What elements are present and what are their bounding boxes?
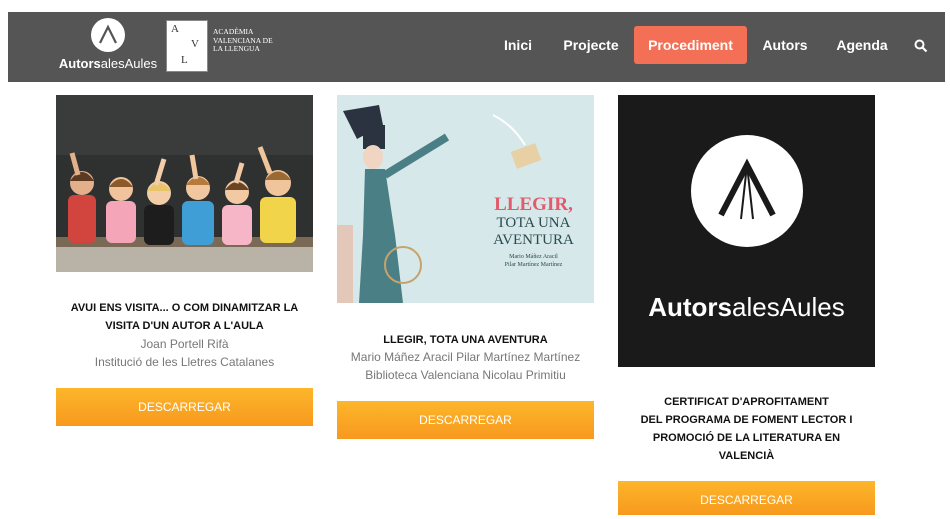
card-2-title: LLEGIR, TOTA UNA AVENTURA (337, 331, 594, 349)
search-icon[interactable] (914, 39, 928, 53)
card-1-image[interactable] (56, 95, 313, 272)
avl-letter-l: L (181, 54, 188, 66)
logo-book-icon (91, 18, 125, 52)
card-3-logo-text: AutorsalesAules (648, 292, 845, 322)
avl-logo[interactable]: A V L (166, 20, 208, 72)
cover-title-2: TOTA UNA (496, 215, 571, 231)
cover-title-1: LLEGIR, (494, 194, 573, 215)
card-1-institution: Institució de les Lletres Catalanes (94, 355, 275, 369)
card-2-author: Mario Máñez Aracil Pilar Martínez Martín… (350, 350, 581, 364)
card-1-title-line-1: AVUI ENS VISITA... O COM DINAMITZAR LA (70, 302, 299, 314)
card-3-title-line-4: VALENCIÀ (718, 450, 775, 462)
avl-name: ACADÈMIA VALENCIANA DE LA LLENGUA (213, 27, 273, 53)
card-3-title-line-1: CERTIFICAT D'APROFITAMENT (664, 396, 829, 408)
card-2-title-line-1: LLEGIR, TOTA UNA AVENTURA (383, 334, 548, 346)
menu-item-inici[interactable]: Inici (498, 26, 538, 64)
menu-item-projecte[interactable]: Projecte (558, 26, 624, 64)
card-1-author: Joan Portell Rifà (140, 337, 229, 351)
avl-letter-v: V (191, 38, 199, 50)
menu-item-autors[interactable]: Autors (758, 26, 812, 64)
cover-authors-1: Mario Máñez Aracil (509, 254, 558, 260)
top-navbar: AutorsalesAules A V L ACADÈMIA VALENCIAN… (8, 12, 945, 82)
logo-text: AutorsalesAules (58, 56, 158, 71)
avl-letter-a: A (171, 23, 179, 35)
cover-title-3: AVENTURA (493, 232, 574, 248)
card-3-download-button[interactable]: DESCARREGAR (618, 481, 875, 515)
cover-authors-2: Pilar Martínez Martínez (504, 262, 563, 268)
card-3-title: CERTIFICAT D'APROFITAMENT DEL PROGRAMA D… (618, 393, 875, 465)
card-1-download-button[interactable]: DESCARREGAR (56, 388, 313, 426)
card-3-logo-image[interactable]: AutorsalesAules (618, 95, 875, 367)
card-2-download-button[interactable]: DESCARREGAR (337, 401, 594, 439)
card-2-cover[interactable]: LLEGIR, TOTA UNA AVENTURA Mario Máñez Ar… (337, 95, 594, 303)
autorsalesaules-logo[interactable]: AutorsalesAules (58, 18, 158, 78)
card-2-institution: Biblioteca Valenciana Nicolau Primitiu (365, 368, 566, 382)
menu-item-agenda[interactable]: Agenda (830, 26, 894, 64)
card-1-title-line-2: VISITA D'UN AUTOR A L'AULA (105, 320, 264, 332)
menu-item-procediment[interactable]: Procediment (634, 26, 747, 64)
card-3-title-line-2: DEL PROGRAMA DE FOMENT LECTOR I (640, 414, 853, 426)
card-1-title: AVUI ENS VISITA... O COM DINAMITZAR LA V… (56, 299, 313, 335)
book-icon (691, 135, 803, 247)
card-3-title-line-3: PROMOCIÓ DE LA LITERATURA EN (652, 432, 841, 444)
